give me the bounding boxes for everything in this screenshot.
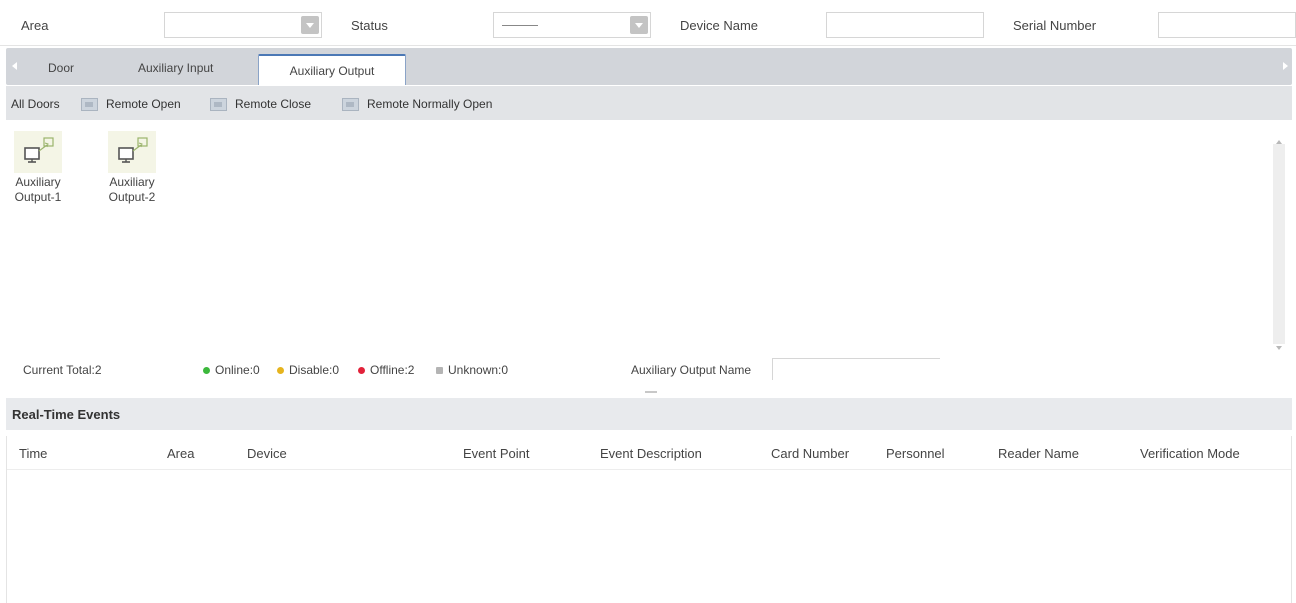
- online-dot-icon: [203, 366, 210, 374]
- status-select[interactable]: [493, 12, 651, 38]
- serial-number-input[interactable]: [1158, 12, 1296, 38]
- col-personnel[interactable]: Personnel: [886, 446, 945, 461]
- col-device[interactable]: Device: [247, 446, 287, 461]
- device-area: Auxiliary Output-1 Auxiliary Output-2: [6, 121, 1292, 355]
- all-doors-label: All Doors: [11, 97, 60, 111]
- device-label: Auxiliary Output-2: [102, 175, 162, 205]
- status-online-label: Online:0: [215, 363, 260, 377]
- scroll-up-icon[interactable]: [1276, 140, 1282, 144]
- serial-number-label: Serial Number: [1013, 18, 1097, 33]
- action-bar: All Doors Remote Open Remote Close Remot…: [6, 86, 1292, 120]
- scroll-right-icon[interactable]: [1283, 62, 1288, 70]
- scroll-down-icon[interactable]: [1276, 346, 1282, 350]
- remote-close-button[interactable]: Remote Close: [210, 97, 311, 111]
- status-unknown-label: Unknown:0: [448, 363, 509, 377]
- status-label: Status: [351, 18, 388, 33]
- tab-door[interactable]: Door: [48, 61, 74, 75]
- output-name-label: Auxiliary Output Name: [631, 363, 752, 377]
- remote-open-button[interactable]: Remote Open: [81, 97, 181, 111]
- device-label-line1: Auxiliary: [15, 175, 61, 189]
- area-label: Area: [21, 18, 49, 33]
- realtime-events-title: Real-Time Events: [12, 407, 121, 422]
- unknown-dot-icon: [436, 366, 443, 374]
- current-total: Current Total:2: [23, 363, 102, 377]
- col-time[interactable]: Time: [19, 446, 47, 461]
- offline-dot-icon: [358, 366, 365, 374]
- device-label-line2: Output-1: [14, 190, 62, 204]
- device-label-line2: Output-2: [108, 190, 156, 204]
- device-name-label: Device Name: [680, 18, 759, 33]
- status-disable: Disable:0: [277, 363, 339, 377]
- output-name-input[interactable]: [772, 358, 940, 380]
- monitor-output-icon: [11, 129, 65, 175]
- remote-close-label: Remote Close: [235, 97, 312, 111]
- scrollbar-track[interactable]: [1273, 144, 1285, 344]
- col-area[interactable]: Area: [167, 446, 194, 461]
- remote-normally-open-button[interactable]: Remote Normally Open: [342, 97, 492, 111]
- tab-strip: Door Auxiliary Input Auxiliary Output: [6, 48, 1292, 85]
- col-event-description[interactable]: Event Description: [600, 446, 702, 461]
- area-select[interactable]: [164, 12, 322, 38]
- tab-auxiliary-input[interactable]: Auxiliary Input: [138, 61, 213, 75]
- device-auxiliary-output-2[interactable]: Auxiliary Output-2: [102, 129, 162, 205]
- remote-normally-open-label: Remote Normally Open: [367, 97, 493, 111]
- device-name-input[interactable]: [826, 12, 984, 38]
- table-header-row: Time Area Device Event Point Event Descr…: [7, 436, 1291, 470]
- status-unknown: Unknown:0: [436, 363, 508, 377]
- status-line: Current Total:2 Online:0 Disable:0 Offli…: [6, 358, 1292, 384]
- tab-auxiliary-output[interactable]: Auxiliary Output: [258, 54, 406, 85]
- all-doors-button[interactable]: All Doors: [11, 97, 60, 111]
- remote-close-icon: [210, 97, 227, 111]
- status-offline-label: Offline:2: [370, 363, 415, 377]
- device-auxiliary-output-1[interactable]: Auxiliary Output-1: [8, 129, 68, 205]
- chevron-down-icon[interactable]: [301, 16, 319, 34]
- disable-dot-icon: [277, 366, 284, 374]
- remote-open-icon: [81, 97, 98, 111]
- status-online: Online:0: [203, 363, 260, 377]
- filter-bar: Area Status Device Name Serial Number: [0, 0, 1296, 46]
- status-disable-label: Disable:0: [289, 363, 340, 377]
- device-label-line1: Auxiliary: [109, 175, 155, 189]
- panel-splitter-handle[interactable]: [645, 391, 657, 393]
- chevron-down-icon[interactable]: [630, 16, 648, 34]
- status-select-value: [502, 25, 538, 26]
- realtime-events-header: Real-Time Events: [6, 398, 1292, 430]
- col-reader-name[interactable]: Reader Name: [998, 446, 1079, 461]
- scroll-left-icon[interactable]: [12, 62, 17, 70]
- monitor-output-icon: [105, 129, 159, 175]
- remote-normally-open-icon: [342, 97, 359, 111]
- status-offline: Offline:2: [358, 363, 414, 377]
- col-card-number[interactable]: Card Number: [771, 446, 849, 461]
- device-area-scrollbar[interactable]: [1272, 124, 1286, 356]
- col-verification-mode[interactable]: Verification Mode: [1140, 446, 1240, 461]
- col-event-point[interactable]: Event Point: [463, 446, 530, 461]
- remote-open-label: Remote Open: [106, 97, 181, 111]
- device-label: Auxiliary Output-1: [8, 175, 68, 205]
- realtime-events-table: Time Area Device Event Point Event Descr…: [6, 436, 1292, 603]
